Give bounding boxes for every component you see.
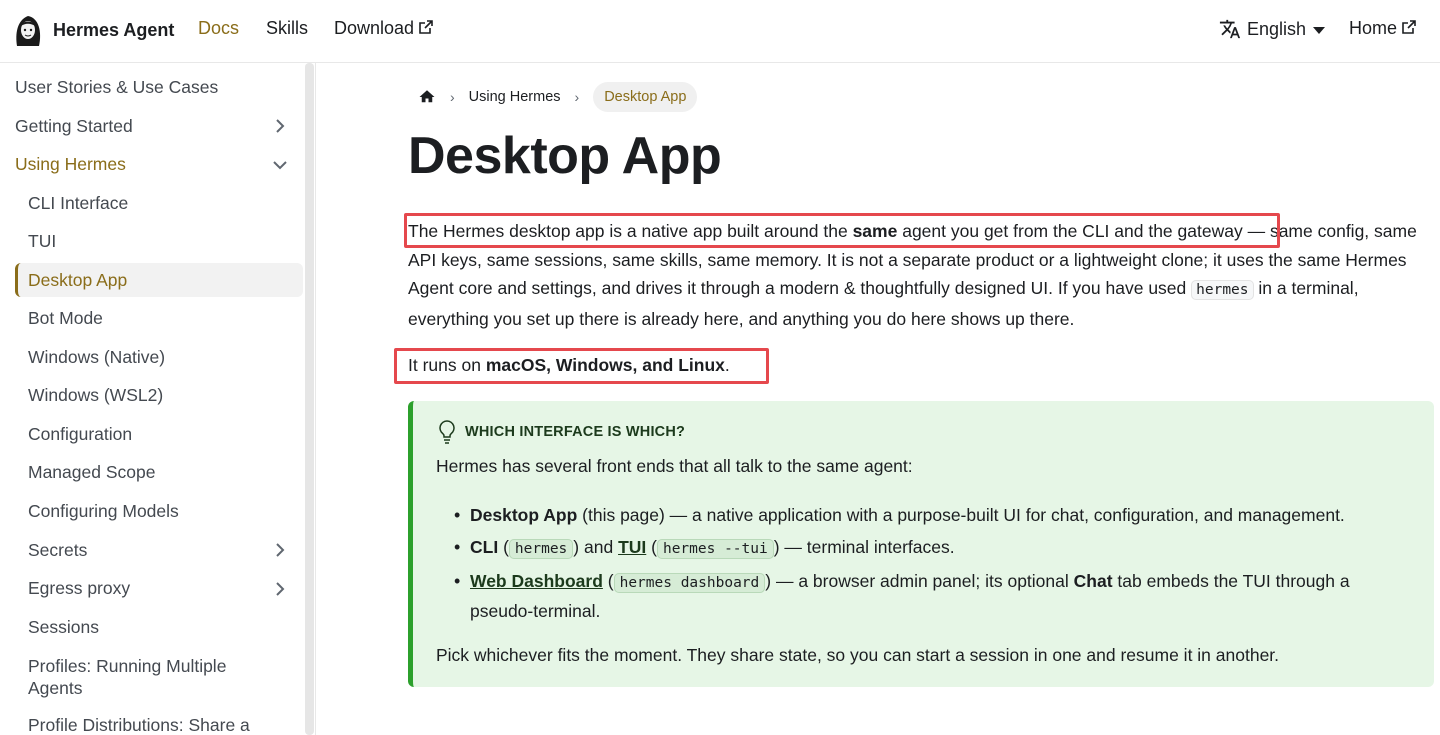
external-link-icon [419,19,433,34]
sidebar-item-secrets[interactable]: Secrets [28,540,87,561]
admonition-intro: Hermes has several front ends that all t… [436,456,913,476]
hermes-logo-icon [11,12,45,48]
sidebar: User Stories & Use Cases Getting Started… [0,63,316,735]
sidebar-item-tui[interactable]: TUI [28,231,56,252]
nav-home-label: Home [1349,18,1398,38]
sidebar-item-configuration[interactable]: Configuration [28,424,132,445]
sidebar-item-windows-wsl2[interactable]: Windows (WSL2) [28,385,163,406]
highlight-box [404,213,1280,248]
admonition-heading: WHICH INTERFACE IS WHICH? [436,419,685,445]
text: (this page) — a native application with … [577,505,1345,525]
nav-download-label: Download [334,18,415,38]
tui-link[interactable]: TUI [618,537,646,557]
translate-icon [1219,19,1241,39]
sidebar-item-profile-distributions[interactable]: Profile Distributions: Share a [28,715,250,735]
sidebar-item-managed-scope[interactable]: Managed Scope [28,462,155,483]
inline-code: hermes --tui [656,539,774,559]
nav-docs[interactable]: Docs [198,18,239,39]
lightbulb-icon [439,420,455,444]
text: and [579,537,619,557]
sidebar-item-sessions[interactable]: Sessions [28,617,99,638]
text-bold: Chat [1073,571,1113,591]
chevron-right-icon[interactable] [272,542,288,558]
sidebar-item-profiles[interactable]: Profiles: Running Multiple Agents [28,655,268,699]
text: — terminal interfaces. [779,537,955,557]
sidebar-item-cli-interface[interactable]: CLI Interface [28,193,128,214]
inline-code: hermes [1191,280,1254,300]
text-bold: CLI [470,537,499,557]
tip-admonition: WHICH INTERFACE IS WHICH? Hermes has sev… [408,401,1434,687]
inline-code: hermes [508,539,574,559]
inline-code: hermes dashboard [613,573,766,593]
home-icon[interactable] [418,88,436,106]
sidebar-item-bot-mode[interactable]: Bot Mode [28,308,103,329]
list-item: Desktop App (this page) — a native appli… [454,501,1410,529]
breadcrumb-separator-icon: › [574,88,580,105]
nav-home[interactable]: Home [1349,18,1416,39]
external-link-icon [1402,19,1416,34]
admonition-title: WHICH INTERFACE IS WHICH? [465,424,686,440]
brand-link[interactable]: Hermes Agent [11,12,174,48]
sidebar-item-egress-proxy[interactable]: Egress proxy [28,578,130,599]
sidebar-item-using-hermes[interactable]: Using Hermes [15,154,126,175]
web-dashboard-link[interactable]: Web Dashboard [470,571,603,591]
sidebar-item-windows-native[interactable]: Windows (Native) [28,347,165,368]
sidebar-item-getting-started[interactable]: Getting Started [15,116,133,137]
text: — a browser admin panel; its optional [771,571,1074,591]
text-bold: Desktop App [470,505,578,525]
chevron-down-icon[interactable] [272,157,288,173]
admonition-outro: Pick whichever fits the moment. They sha… [436,645,1280,665]
chevron-right-icon[interactable] [272,118,288,134]
breadcrumb: › Using Hermes › Desktop App [418,80,698,113]
list-item: Web Dashboard (hermes dashboard) — a bro… [454,567,1410,625]
nav-download[interactable]: Download [334,18,433,39]
sidebar-item-configuring-models[interactable]: Configuring Models [28,501,179,522]
page-title: Desktop App [408,127,722,185]
chevron-down-icon [1313,26,1326,34]
highlight-box [394,348,769,384]
language-label: English [1247,18,1307,39]
breadcrumb-using-hermes[interactable]: Using Hermes [469,89,561,105]
navbar: Hermes Agent Docs Skills Download Englis… [0,0,1440,63]
sidebar-item-user-stories[interactable]: User Stories & Use Cases [15,77,218,98]
sidebar-item-desktop-app[interactable]: Desktop App [28,270,127,291]
interface-list: Desktop App (this page) — a native appli… [454,501,1410,629]
chevron-right-icon[interactable] [272,581,288,597]
brand-title: Hermes Agent [53,19,175,40]
list-item: CLI (hermes) and TUI (hermes --tui) — te… [454,533,1410,563]
breadcrumb-current: Desktop App [593,81,698,112]
breadcrumb-separator-icon: › [450,88,455,105]
sidebar-scrollbar[interactable] [305,63,314,735]
nav-skills[interactable]: Skills [266,18,308,39]
language-dropdown[interactable]: English [1219,18,1326,40]
